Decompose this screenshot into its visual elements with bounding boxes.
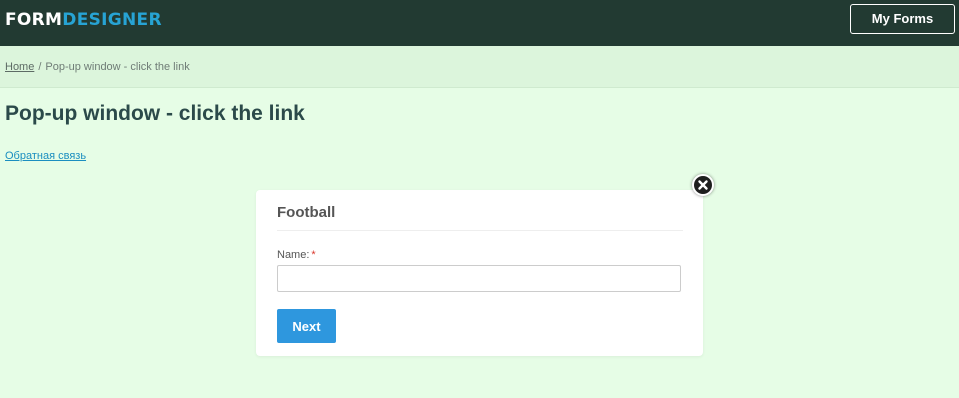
- name-field-label: Name: *: [277, 249, 316, 261]
- breadcrumb-current: Pop-up window - click the link: [45, 61, 190, 73]
- name-label-text: Name:: [277, 249, 310, 261]
- breadcrumb-home-link[interactable]: Home: [5, 61, 34, 73]
- modal-close-button[interactable]: [692, 174, 714, 196]
- logo-text-designer: DESIGNER: [62, 10, 162, 30]
- logo-text-form: FORM: [5, 10, 63, 30]
- modal-title: Football: [277, 204, 336, 221]
- next-button[interactable]: Next: [277, 309, 336, 343]
- modal-divider: [277, 230, 683, 231]
- breadcrumb-separator: /: [38, 61, 42, 73]
- breadcrumb: Home / Pop-up window - click the link: [5, 61, 190, 73]
- top-navbar: FORMDESIGNER My Forms: [0, 0, 959, 46]
- name-input[interactable]: [277, 265, 681, 292]
- popup-form-modal: Football Name: * Next: [256, 190, 703, 356]
- breadcrumb-bar: Home / Pop-up window - click the link: [0, 46, 959, 88]
- my-forms-button[interactable]: My Forms: [850, 4, 955, 34]
- page-title: Pop-up window - click the link: [5, 102, 305, 125]
- required-marker: *: [311, 249, 316, 261]
- feedback-link[interactable]: Обратная связь: [5, 150, 86, 162]
- form-designer-logo[interactable]: FORMDESIGNER: [5, 11, 162, 29]
- close-icon: [698, 180, 708, 190]
